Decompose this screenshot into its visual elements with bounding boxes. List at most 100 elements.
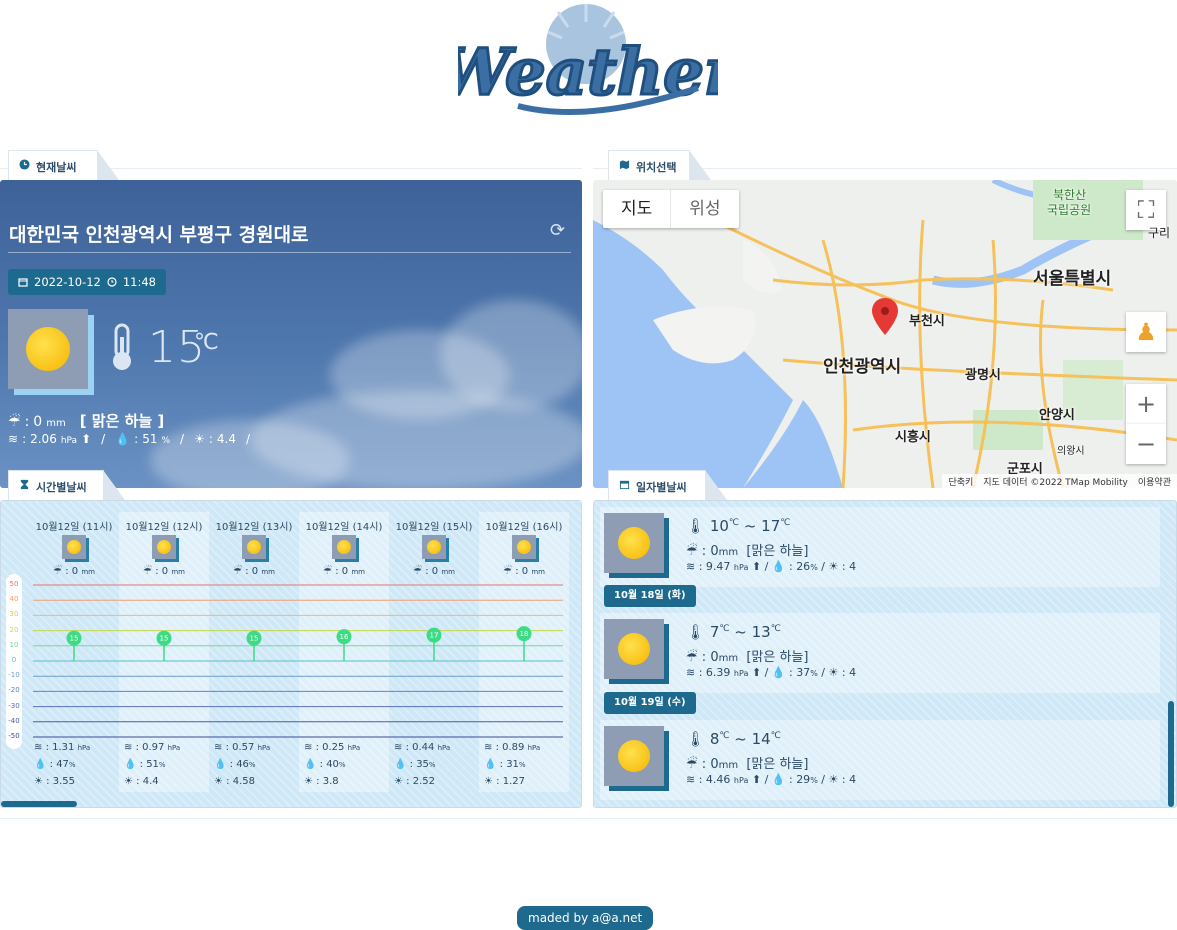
temp-unit: ℃ (780, 518, 791, 528)
rain-unit: mm (718, 760, 739, 771)
map-label-gu: 구리 (1148, 226, 1171, 240)
tilde: ~ (734, 730, 747, 748)
sky-status: [ 맑은 하늘 ] (79, 412, 165, 430)
hourly-temperature-chart: 15 15 15 16 17 18 (33, 584, 563, 738)
tab-label: 현재날씨 (36, 161, 77, 174)
humidity-value: 26 (796, 560, 811, 573)
wind-icon: ≋ (686, 773, 696, 786)
zoom-out-button[interactable]: − (1126, 424, 1166, 464)
wind-icon: ≋ (686, 666, 696, 679)
humidity-icon: 💧 (771, 560, 786, 573)
temperature-label: 18 (520, 630, 529, 638)
daily-forecast-card: 🌡 10℃ ~ 17℃ ☔ : 0mm [맑은 하늘] ≋ : 9.47 hPa… (600, 507, 1160, 587)
temp-unit: ℃ (770, 624, 781, 634)
footer-credit: maded by a@a.net (517, 906, 654, 930)
daily-forecast-panel[interactable]: 🌡 10℃ ~ 17℃ ☔ : 0mm [맑은 하늘] ≋ : 9.47 hPa… (593, 500, 1177, 808)
sunny-icon (604, 619, 664, 679)
humidity-unit: % (810, 776, 818, 785)
divider (8, 252, 571, 253)
humidity-value: 51 (142, 432, 158, 446)
humidity-icon: 💧 (771, 666, 786, 679)
tab-label: 일자별날씨 (636, 481, 687, 494)
sky-status: [맑은 하늘] (746, 757, 809, 772)
temperature-label: 15 (250, 635, 259, 643)
hourly-forecast-panel[interactable]: 50 40 30 20 10 0 -10 -20 -30 -40 -50 10월12일 (11시) … (0, 500, 582, 808)
wind-unit: hPa (733, 563, 749, 572)
sunny-icon (604, 726, 664, 786)
svg-text:Weather: Weather (458, 35, 718, 110)
tab-hourly-weather: 시간별날씨 (8, 470, 125, 500)
map-attribution: 단축키 지도 데이터 ©2022 TMap Mobility 이용약관 (942, 474, 1177, 488)
humidity-unit: % (810, 563, 818, 572)
horizontal-scrollbar[interactable] (1, 801, 77, 807)
sunny-icon (604, 513, 664, 573)
calendar-icon (619, 480, 630, 490)
map-label-siheung: 시흥시 (895, 430, 931, 445)
daily-forecast-card: 🌡 8℃ ~ 14℃ ☔ : 0mm [맑은 하늘] ≋ : 4.46 hPa … (600, 720, 1160, 800)
wind-unit: hPa (60, 436, 78, 446)
map-type-map-button[interactable]: 지도 (603, 190, 670, 228)
rain-unit: mm (718, 653, 739, 664)
uv-value: 4.4 (216, 432, 236, 446)
tab-current-weather: 현재날씨 (8, 150, 119, 180)
rain-unit: mm (46, 418, 66, 429)
current-date: 2022-10-12 (34, 275, 101, 289)
wind-icon: ≋ (686, 560, 696, 573)
location-map[interactable]: 지도 위성 ⛶ ♟ + − 인천광역시 서울특별시 부천시 광명시 안양시 시흥… (593, 180, 1177, 488)
calendar-icon (18, 278, 28, 287)
temp-unit: ℃ (719, 624, 730, 634)
current-weather-panel: 대한민국 인천광역시 부평구 경원대로 ⟳ 2022-10-12 11:48 1… (0, 180, 582, 488)
daily-temperature: 🌡 10℃ ~ 17℃ (686, 517, 790, 535)
humidity-value: 37 (796, 666, 811, 679)
temperature-label: 16 (340, 633, 349, 641)
zoom-in-button[interactable]: + (1126, 384, 1166, 424)
hourglass-icon (20, 479, 29, 490)
tab-location-select: 위치선택 (608, 150, 711, 180)
refresh-icon[interactable]: ⟳ (550, 220, 565, 241)
tilde: ~ (743, 517, 757, 535)
min-temp: 10 (709, 517, 729, 535)
sky-status: [맑은 하늘] (746, 544, 809, 559)
humidity-icon: 💧 (771, 773, 786, 786)
uv-value: 4 (849, 560, 857, 573)
rain-icon: ☔ (686, 757, 698, 772)
map-type-satellite-button[interactable]: 위성 (670, 190, 738, 228)
temp-unit: ℃ (728, 518, 740, 528)
map-icon (619, 160, 630, 170)
uv-value: 4 (849, 773, 857, 786)
pegman-icon[interactable]: ♟ (1126, 312, 1166, 352)
current-stats-row: ≋ : 2.06 hPa ⬆ / 💧 : 51 % / ☀ : 4.4 / (8, 432, 251, 446)
separator: / (101, 432, 106, 446)
max-temp: 14 (751, 730, 771, 748)
weather-logo: Weather (458, 4, 718, 115)
map-label-gwangmyeong: 광명시 (965, 368, 1001, 383)
map-shortcut-link[interactable]: 단축키 (948, 475, 973, 488)
map-label-uiwang: 의왕시 (1057, 446, 1085, 457)
vertical-scrollbar[interactable] (1168, 701, 1174, 807)
separator: / (180, 432, 185, 446)
map-type-control: 지도 위성 (603, 190, 739, 228)
arrow-up-icon: ⬆ (751, 773, 762, 786)
humidity-icon: 💧 (115, 432, 131, 446)
wind-value: 9.47 (705, 560, 731, 573)
humidity-unit: % (810, 669, 818, 678)
uv-value: 4 (849, 666, 857, 679)
tilde: ~ (734, 623, 747, 641)
tab-label: 위치선택 (636, 161, 677, 174)
map-data-credit: 지도 데이터 ©2022 TMap Mobility (983, 478, 1128, 488)
daily-temperature: 🌡 7℃ ~ 13℃ (686, 623, 781, 641)
current-address: 대한민국 인천광역시 부평구 경원대로 (9, 224, 309, 246)
thermometer-icon (113, 323, 131, 370)
arrow-up-icon: ⬆ (751, 560, 762, 573)
sunny-icon (8, 309, 88, 389)
temperature-label: 15 (160, 635, 169, 643)
map-terms-link[interactable]: 이용약관 (1138, 475, 1171, 488)
daily-sky: ☔ : 0mm [맑은 하늘] (686, 544, 809, 559)
daily-sky: ☔ : 0mm [맑은 하늘] (686, 650, 809, 665)
wind-value: 4.46 (705, 773, 731, 786)
arrow-up-icon: ⬆ (81, 432, 92, 446)
thermometer-icon: 🌡 (686, 623, 706, 641)
temp-unit: ℃ (770, 731, 781, 741)
map-label-park: 국립공원 (1047, 203, 1092, 217)
temperature-label: 17 (430, 632, 439, 640)
